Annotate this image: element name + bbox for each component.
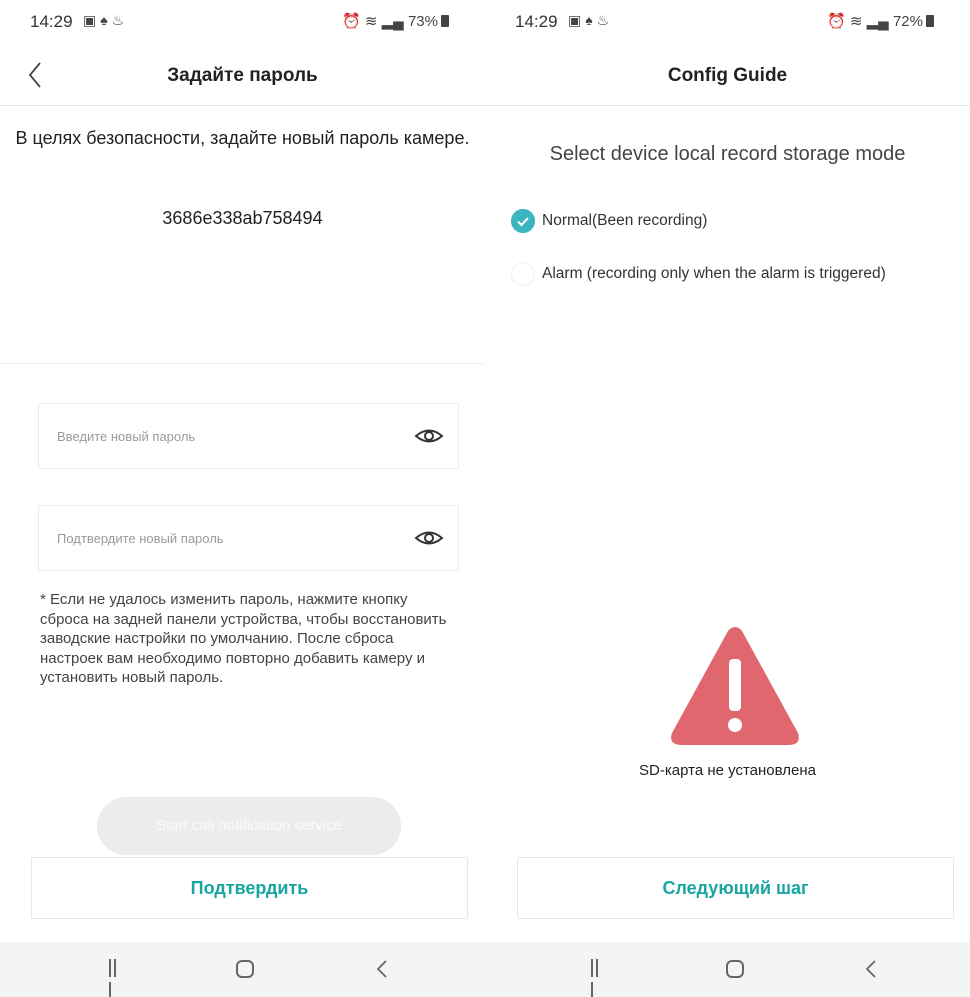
battery-level: 72%	[892, 13, 923, 30]
eye-icon[interactable]	[414, 424, 444, 448]
storage-mode-prompt: Select device local record storage mode	[549, 143, 906, 165]
security-info-text: В целях безопасности, задайте новый паро…	[15, 128, 470, 148]
confirm-button[interactable]: Подтвердить	[31, 857, 468, 919]
system-icons: ⏰ ≋ ▂▄ 73%	[342, 12, 449, 30]
signal-icon: ▂▄	[381, 13, 404, 30]
sd-card-message: SD-карта не установлена	[639, 762, 816, 779]
notification-icons: ▣♠♨	[83, 12, 129, 28]
nav-bar	[0, 942, 485, 997]
battery-level: 73%	[407, 13, 438, 30]
battery-icon	[441, 15, 449, 27]
alarm-icon: ⏰	[342, 13, 361, 30]
battery-icon	[926, 15, 934, 27]
status-time: 14:29	[515, 12, 558, 31]
home-icon[interactable]	[726, 960, 744, 978]
next-step-button[interactable]: Следующий шаг	[517, 857, 954, 919]
wifi-icon: ≋	[849, 13, 863, 30]
page-title: Config Guide	[667, 65, 788, 86]
recent-apps-icon[interactable]	[591, 959, 605, 997]
wifi-icon: ≋	[364, 13, 378, 30]
confirm-password-input[interactable]	[57, 506, 397, 570]
new-password-input[interactable]	[57, 404, 397, 468]
notification-icons: ▣♠♨	[568, 12, 614, 28]
device-id: 3686e338ab758494	[162, 208, 323, 228]
system-icons: ⏰ ≋ ▂▄ 72%	[827, 12, 934, 30]
option-label: Alarm (recording only when the alarm is …	[542, 265, 886, 282]
nav-back-icon[interactable]	[864, 958, 878, 980]
page-title: Задайте пароль	[167, 65, 318, 86]
confirm-password-field[interactable]	[38, 505, 459, 571]
eye-icon[interactable]	[414, 526, 444, 550]
top-bar: Config Guide	[485, 48, 970, 106]
radio-unchecked-icon[interactable]	[511, 262, 535, 286]
new-password-field[interactable]	[38, 403, 459, 469]
reset-note: * Если не удалось изменить пароль, нажми…	[40, 591, 447, 686]
nav-bar	[485, 942, 970, 997]
home-icon[interactable]	[236, 960, 254, 978]
nav-back-icon[interactable]	[375, 958, 389, 980]
call-notification-button[interactable]: Start call notification service	[97, 797, 401, 855]
signal-icon: ▂▄	[866, 13, 889, 30]
set-password-screen: 14:29 ▣♠♨ ⏰ ≋ ▂▄ 73% Задайте пароль В це…	[0, 0, 485, 997]
top-bar: Задайте пароль	[0, 48, 485, 106]
status-time: 14:29	[30, 12, 73, 31]
config-guide-screen: 14:29 ▣♠♨ ⏰ ≋ ▂▄ 72% Config Guide Select…	[485, 0, 970, 997]
status-bar: 14:29 ▣♠♨ ⏰ ≋ ▂▄ 72%	[485, 0, 970, 48]
status-bar: 14:29 ▣♠♨ ⏰ ≋ ▂▄ 73%	[0, 0, 485, 48]
radio-checked-icon[interactable]	[511, 209, 535, 233]
recent-apps-icon[interactable]	[109, 959, 123, 997]
alarm-icon: ⏰	[827, 13, 846, 30]
warning-icon	[671, 627, 799, 745]
option-label: Normal(Been recording)	[542, 212, 708, 229]
